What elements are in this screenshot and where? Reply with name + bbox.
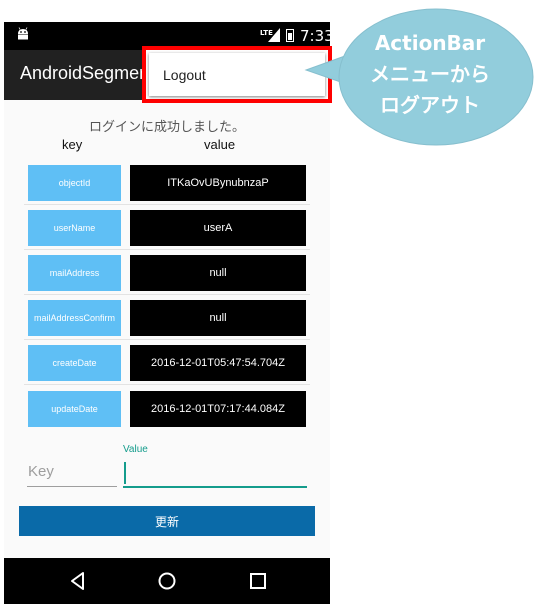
- table-row: mailAddress null: [24, 250, 310, 295]
- key-input[interactable]: Key: [27, 457, 117, 487]
- value-cell: null: [130, 300, 306, 336]
- value-cell: 2016-12-01T05:47:54.704Z: [130, 345, 306, 381]
- callout-text: ActionBar メニューから ログアウト: [340, 28, 520, 121]
- key-button-objectid[interactable]: objectId: [28, 165, 121, 201]
- callout-line: ログアウト: [380, 93, 480, 117]
- logout-menu-item[interactable]: Logout: [163, 67, 206, 83]
- navigation-bar: [4, 558, 330, 604]
- table-row: createDate 2016-12-01T05:47:54.704Z: [24, 340, 310, 385]
- value-cell: ITKaOvUBynubnzaP: [130, 165, 306, 201]
- value-input[interactable]: [123, 458, 307, 488]
- value-cell: 2016-12-01T07:17:44.084Z: [130, 391, 306, 427]
- value-cell: userA: [130, 210, 306, 246]
- overflow-menu-panel: Logout: [149, 53, 325, 96]
- login-success-message: ログインに成功しました。: [88, 120, 245, 135]
- table-row: userName userA: [24, 205, 310, 250]
- key-button-mailaddressconfirm[interactable]: mailAddressConfirm: [28, 300, 121, 336]
- key-column-header: key: [62, 137, 83, 152]
- key-input-placeholder: Key: [28, 463, 54, 480]
- home-icon[interactable]: [156, 570, 178, 592]
- key-button-mailaddress[interactable]: mailAddress: [28, 255, 121, 291]
- update-button[interactable]: 更新: [19, 506, 315, 536]
- app-title: AndroidSegment: [20, 63, 155, 83]
- table-row: objectId ITKaOvUBynubnzaP: [24, 160, 310, 205]
- value-column-header: value: [204, 137, 236, 152]
- recent-apps-icon[interactable]: [247, 570, 269, 592]
- signal-icon: [268, 28, 280, 42]
- key-button-createdate[interactable]: createDate: [28, 345, 121, 381]
- callout-line: ActionBar: [374, 31, 486, 55]
- key-button-username[interactable]: userName: [28, 210, 121, 246]
- table-row: mailAddressConfirm null: [24, 295, 310, 340]
- value-cell: null: [130, 255, 306, 291]
- table-row: updateDate 2016-12-01T07:17:44.084Z: [24, 386, 310, 431]
- key-button-updatedate[interactable]: updateDate: [28, 391, 121, 427]
- back-icon[interactable]: [67, 570, 89, 592]
- text-cursor: [124, 462, 126, 484]
- callout-line: メニューから: [370, 62, 490, 86]
- android-icon: [18, 27, 28, 40]
- value-input-label: Value: [123, 444, 148, 455]
- battery-icon: [286, 29, 294, 42]
